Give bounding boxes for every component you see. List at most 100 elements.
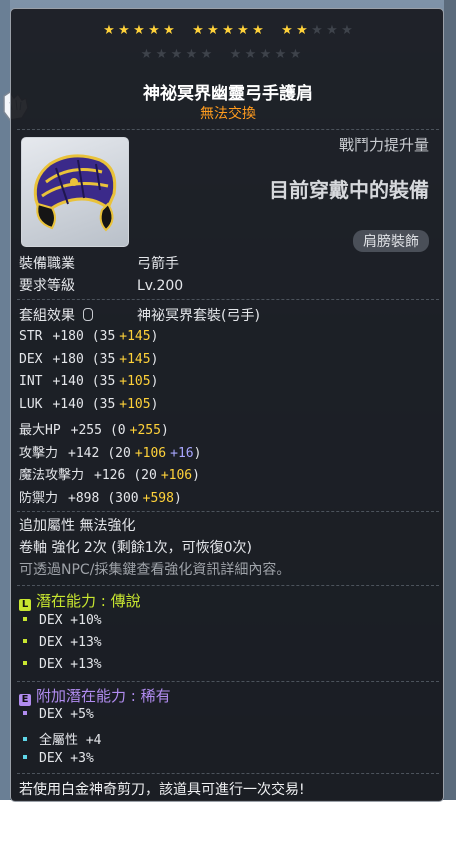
item-tooltip: ★ ★ ★ ★ ★ ★ ★ ★ ★ ★ ★ ★ ★ ★ ★ ★ ★ ★ ★ ★ ★ ★ ★ ★ ★ 神祕冥界幽靈弓手護肩 無法… <box>10 8 444 802</box>
stat-row: DEX +180 (35 +145) <box>19 352 158 367</box>
stat-close: ) <box>150 396 159 412</box>
additional-potential-title: 附加潛在能力 : 稀有 <box>36 687 171 705</box>
bullet-icon <box>23 737 27 741</box>
additional-potential-header: E 附加潛在能力 : 稀有 <box>19 685 171 706</box>
bullet-icon <box>23 639 27 643</box>
potential-line-text: DEX +13% <box>39 635 102 650</box>
additional-grade-icon: E <box>19 694 31 706</box>
level-value: Lv.200 <box>137 278 184 294</box>
stat-label: INT <box>19 374 43 389</box>
bullet-icon <box>23 755 27 759</box>
star-icon: ★ <box>229 47 242 62</box>
star-icon: ★ <box>185 47 198 62</box>
stat-total: +140 <box>52 396 84 412</box>
potential-line-text: DEX +13% <box>39 657 102 672</box>
stat-close: ) <box>160 423 169 438</box>
stat-close: ) <box>150 329 159 344</box>
shoulder-armor-icon <box>33 154 117 232</box>
set-effect-value: 神祕冥界套裝(弓手) <box>137 308 260 324</box>
stat-row: 攻擊力 +142 (20 +106 +16) <box>19 442 201 461</box>
divider <box>17 585 439 586</box>
additional-line: DEX +5% <box>19 707 94 722</box>
stat-base: (35 <box>91 329 116 344</box>
divider <box>17 773 439 774</box>
stat-base: (35 <box>91 374 116 389</box>
star-icon: ★ <box>155 47 168 62</box>
item-icon-frame <box>21 137 129 247</box>
stat-total: +126 <box>94 468 126 483</box>
star-icon: ★ <box>140 47 153 62</box>
stat-base: (35 <box>91 351 116 367</box>
star-icon: ★ <box>237 23 249 38</box>
item-name: 神祕冥界幽靈弓手護肩 <box>143 84 313 104</box>
stat-base: (300 <box>107 490 139 506</box>
star-icon: ★ <box>103 23 115 38</box>
star-icon: ★ <box>281 23 293 38</box>
stat-bonus: +255 <box>129 423 161 438</box>
star-icon: ★ <box>207 23 219 38</box>
additional-line-text: 全屬性 +4 <box>39 733 102 748</box>
stat-label: DEX <box>19 351 43 367</box>
additional-line-text: DEX +5% <box>39 707 94 722</box>
scroll-row: 卷軸 強化 2次 (剩餘1次，可恢復0次) <box>19 540 252 556</box>
stat-base: (35 <box>91 396 116 412</box>
divider <box>17 511 439 512</box>
potential-title: 潛在能力 : 傳說 <box>36 592 141 610</box>
trade-status: 無法交換 <box>200 106 256 122</box>
stat-bonus: +145 <box>119 329 151 344</box>
star-icon: ★ <box>200 47 213 62</box>
stat-close: ) <box>150 351 159 367</box>
star-icon: ★ <box>311 23 323 38</box>
stat-bonus: +106 <box>160 468 193 483</box>
stat-row: 最大HP +255 (0 +255) <box>19 419 169 438</box>
star-force-row-1: ★ ★ ★ ★ ★ ★ ★ ★ ★ ★ ★ ★ ★ ★ ★ <box>11 23 445 38</box>
currently-equipped-label: 目前穿戴中的裝備 <box>269 178 429 202</box>
star-icon: ★ <box>163 23 175 38</box>
stat-label: 防禦力 <box>19 490 59 506</box>
enhance-hint: 可透過NPC/採集鍵查看強化資訊詳細內容。 <box>19 562 291 578</box>
star-icon: ★ <box>192 23 204 38</box>
potential-line: DEX +13% <box>19 657 102 672</box>
potential-line: DEX +10% <box>19 613 102 628</box>
stat-label: LUK <box>19 396 43 412</box>
stat-label: 攻擊力 <box>19 445 59 461</box>
job-row: 裝備職業 弓箭手 <box>19 253 179 273</box>
additional-line: DEX +3% <box>19 751 94 766</box>
level-label: 要求等級 <box>19 278 75 294</box>
star-icon: ★ <box>326 23 338 38</box>
stat-close: ) <box>173 490 182 506</box>
stat-total: +255 <box>70 423 102 438</box>
stat-total: +140 <box>52 374 84 389</box>
job-label: 裝備職業 <box>19 256 75 272</box>
potential-header: L 潛在能力 : 傳說 <box>19 590 141 611</box>
additional-line: 全屬性 +4 <box>19 729 101 748</box>
stat-label: STR <box>19 329 43 344</box>
bullet-icon <box>23 661 27 665</box>
stat-row: LUK +140 (35 +105) <box>19 397 158 412</box>
set-effect-row: 套組效果 神祕冥界套裝(弓手) <box>19 305 260 325</box>
divider <box>17 299 439 300</box>
stat-close: ) <box>150 374 159 389</box>
stat-row: STR +180 (35 +145) <box>19 329 158 344</box>
stat-bonus: +105 <box>119 396 151 412</box>
star-icon: ★ <box>244 47 257 62</box>
star-icon: ★ <box>289 47 302 62</box>
stat-bonus: +598 <box>142 490 174 506</box>
mouse-icon <box>83 308 94 321</box>
stat-base: (0 <box>109 423 126 438</box>
stat-bonus: +106 <box>134 445 167 461</box>
potential-line-text: DEX +10% <box>39 613 102 628</box>
divider <box>17 681 439 682</box>
stat-label: 最大HP <box>19 423 61 438</box>
star-icon: ★ <box>133 23 145 38</box>
scissors-note: 若使用白金神奇剪刀，該道具可進行一次交易! <box>19 782 305 798</box>
stat-row: 魔法攻擊力 +126 (20 +106) <box>19 464 200 483</box>
star-icon: ★ <box>170 47 183 62</box>
star-icon: ★ <box>148 23 160 38</box>
stat-label: 魔法攻擊力 <box>19 468 85 483</box>
stat-total: +180 <box>52 351 84 367</box>
star-icon: ★ <box>341 23 353 38</box>
job-value: 弓箭手 <box>137 256 179 272</box>
star-icon: ★ <box>222 23 234 38</box>
divider <box>17 129 439 130</box>
